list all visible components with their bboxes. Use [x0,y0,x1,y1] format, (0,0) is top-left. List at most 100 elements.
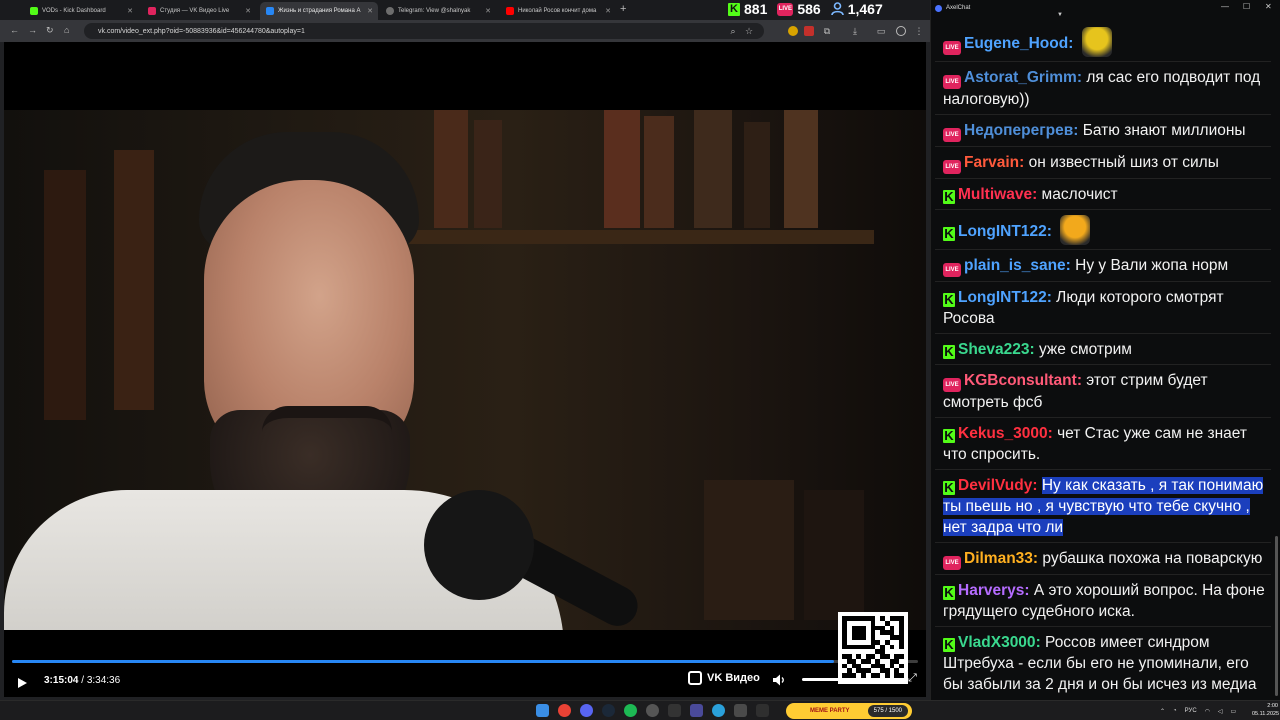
battery-icon[interactable]: ▭ [1231,708,1237,715]
chat-emote-icon [1081,27,1112,57]
url-field[interactable]: vk.com/video_ext.php?oid=-50883936&id=45… [84,23,764,39]
play-icon[interactable] [16,677,28,689]
vk-live-badge-icon: LIVE [943,556,961,570]
chat-message: LIVE Astorat_Grimm: ля сас его подводит п… [935,62,1271,115]
chat-message-text: маслочист [1041,186,1118,203]
video-player[interactable]: 3:15:04 / 3:34:36 VK Видео ⤢ [4,42,926,697]
close-icon[interactable]: ✕ [1265,2,1272,11]
chat-scrollbar[interactable] [1275,536,1278,696]
volume-icon[interactable] [772,673,786,687]
chat-message-text: он известный шиз от силы [1028,154,1219,171]
close-icon[interactable]: ✕ [127,7,133,15]
profile-icon[interactable] [896,26,906,36]
chat-username[interactable]: plain_is_sane [964,257,1066,274]
tab-youtube[interactable]: Николай Росов кончит дома ✕ [500,2,616,20]
vk-video-logo[interactable]: VK Видео [688,671,760,685]
chat-username[interactable]: VladX3000 [958,634,1036,651]
chrome-icon[interactable] [558,704,571,717]
chat-username[interactable]: Sheva223 [958,341,1030,358]
chat-username[interactable]: Dilman33 [964,550,1033,567]
scroll-down-icon[interactable]: ▼ [1057,12,1063,18]
menu-icon[interactable]: ⋮ [914,26,924,36]
chat-username-separator: : [1024,582,1034,599]
meme-party-widget[interactable]: MEME PARTY 575 / 1500 [786,703,912,719]
extension-icon[interactable] [804,26,814,36]
app-icon[interactable] [668,704,681,717]
browser-window: VODs - Kick Dashboard ✕ Студия — VK Виде… [0,0,930,700]
vk-live-badge-icon: LIVE [943,75,961,89]
url-text: vk.com/video_ext.php?oid=-50883936&id=45… [98,27,305,35]
discord-icon[interactable] [580,704,593,717]
chat-username[interactable]: LongINT122 [958,289,1047,306]
tray-chevron-icon[interactable]: ⌃ [1160,708,1165,715]
total-viewer-count: 1,467 [830,1,883,17]
chat-username[interactable]: Eugene_Hood [964,35,1068,52]
start-icon[interactable] [536,704,549,717]
fullscreen-icon[interactable]: ⤢ [908,672,917,685]
maximize-icon[interactable]: ☐ [1243,2,1250,11]
chat-username-separator: : [1019,154,1029,171]
app-icon[interactable] [690,704,703,717]
chat-message: K LongINT122: Люди которого смотрят Росов… [935,282,1271,334]
forward-icon[interactable]: → [28,25,37,35]
close-icon[interactable]: ✕ [245,7,251,15]
tray-app-icon[interactable]: ◔ [1173,708,1177,714]
clock[interactable]: 2:00 05.11.2025 [1252,702,1279,718]
chat-username[interactable]: Multiwave [958,186,1032,203]
zoom-icon[interactable]: ⌕ [728,26,738,36]
steam-icon[interactable] [602,704,615,717]
back-icon[interactable]: ← [10,25,19,35]
chat-username[interactable]: KGBconsultant [964,372,1077,389]
wifi-icon[interactable]: ◠ [1205,708,1210,715]
chat-message: LIVE plain_is_sane: Ну у Вали жопа норм [935,250,1271,282]
chat-username[interactable]: Недоперегрев [964,122,1073,139]
chat-username[interactable]: Kekus_3000 [958,425,1048,442]
tab-vk-studio[interactable]: Студия — VK Видео Live ✕ [142,2,256,20]
progress-bar[interactable] [12,660,918,663]
bookmark-star-icon[interactable]: ☆ [744,26,754,36]
meme-party-progress: 575 / 1500 [867,705,908,717]
chat-message: LIVE Dilman33: рубашка похожа на поварску… [935,543,1271,575]
app-icon[interactable] [756,704,769,717]
puzzle-icon[interactable]: ⧉ [822,26,832,36]
minimize-icon[interactable]: — [1221,2,1229,11]
tab-telegram[interactable]: Telegram: View @shalnyak ✕ [380,2,496,20]
chat-message: K Harverys: А это хороший вопрос. На фоне… [935,575,1271,627]
reload-icon[interactable]: ↻ [46,25,54,36]
extension-icon[interactable] [788,26,798,36]
close-icon[interactable]: ✕ [367,7,373,15]
app-icon[interactable] [734,704,747,717]
kick-badge-icon: K [943,637,955,652]
chat-username[interactable]: Farvain [964,154,1019,171]
spotify-icon[interactable] [624,704,637,717]
app-icon[interactable] [646,704,659,717]
new-tab-button[interactable]: + [620,3,626,15]
close-icon[interactable]: ✕ [605,7,611,15]
chat-username[interactable]: Harverys [958,582,1024,599]
chat-username-separator: : [1046,223,1057,240]
kick-badge-icon: K [943,585,955,600]
home-icon[interactable]: ⌂ [64,25,69,35]
tab-kick-dashboard[interactable]: VODs - Kick Dashboard ✕ [24,2,138,20]
vk-favicon-icon [266,7,274,15]
input-language[interactable]: РУС [1185,708,1197,714]
chat-username[interactable]: Astorat_Grimm [964,69,1077,86]
kick-viewer-count: K 881 [728,1,767,17]
kick-badge-icon: K [943,480,955,495]
tab-active-video[interactable]: Жизнь и страдания Романа А ✕ [260,2,378,20]
chat-titlebar: AxelChat — ☐ ✕ [931,0,1280,16]
cast-icon[interactable]: ▭ [876,26,886,36]
chat-message-list[interactable]: LIVE Eugene_Hood: LIVE Astorat_Grimm: ля с… [935,22,1271,698]
chat-username[interactable]: LongINT122 [958,223,1047,240]
close-icon[interactable]: ✕ [485,7,491,15]
chat-message-text: рубашка похожа на поварскую [1042,550,1263,567]
download-icon[interactable]: ⤓ [850,26,860,36]
volume-slider[interactable] [802,678,842,681]
telegram-icon[interactable] [712,704,725,717]
chat-message: K Sheva223: уже смотрим [935,334,1271,365]
playback-time: 3:15:04 / 3:34:36 [44,674,120,688]
speaker-icon[interactable]: ◁ [1218,708,1223,715]
chat-message: LIVE Farvain: он известный шиз от силы [935,147,1271,179]
chat-username[interactable]: DevilVudy [958,477,1032,494]
brand-label: VK Видео [707,672,760,684]
